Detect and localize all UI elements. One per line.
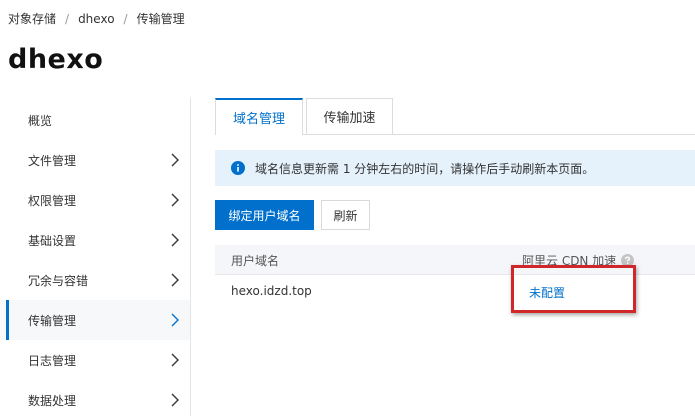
notice-text: 域名信息更新需 1 分钟左右的时间，请操作后手动刷新本页面。 (255, 161, 595, 176)
chevron-right-icon (171, 193, 179, 207)
domain-cell: hexo.idzd.top (231, 284, 312, 298)
sidebar-item-label: 权限管理 (28, 193, 77, 208)
sidebar-item-label: 数据处理 (28, 393, 77, 408)
bind-domain-button[interactable]: 绑定用户域名 (215, 200, 314, 230)
chevron-right-icon (171, 153, 179, 167)
sidebar-item-file-management[interactable]: 文件管理 (0, 140, 190, 180)
tab-transfer-acceleration[interactable]: 传输加速 (306, 98, 393, 134)
tab-domain-management[interactable]: 域名管理 (215, 98, 303, 135)
breadcrumb-item-current: 传输管理 (136, 12, 185, 26)
column-header-domain: 用户域名 (231, 254, 280, 268)
sidebar-item-transfer-management[interactable]: 传输管理 (0, 300, 190, 340)
sidebar-item-permission-management[interactable]: 权限管理 (0, 180, 190, 220)
breadcrumb-item-bucket[interactable]: dhexo (78, 12, 114, 26)
sidebar: 概览 文件管理 权限管理 基础设置 冗余与容错 传输管理 日志管理 数据处理 (0, 98, 191, 416)
breadcrumb: 对象存储 / dhexo / 传输管理 (8, 10, 185, 27)
sidebar-item-label: 冗余与容错 (28, 273, 89, 288)
active-indicator (6, 300, 9, 340)
highlight-box (511, 265, 636, 313)
info-notice: 域名信息更新需 1 分钟左右的时间，请操作后手动刷新本页面。 (215, 150, 695, 186)
sidebar-item-label: 日志管理 (28, 353, 77, 368)
chevron-right-icon (171, 273, 179, 287)
chevron-right-icon (171, 233, 179, 247)
page-title: dhexo (8, 44, 104, 75)
sidebar-item-overview[interactable]: 概览 (0, 100, 190, 140)
tab-bar: 域名管理 传输加速 (215, 98, 695, 135)
info-icon (231, 161, 245, 175)
breadcrumb-separator: / (123, 11, 128, 26)
chevron-right-icon (171, 353, 179, 367)
breadcrumb-separator: / (65, 11, 70, 26)
sidebar-item-basic-settings[interactable]: 基础设置 (0, 220, 190, 260)
chevron-right-icon (171, 393, 179, 407)
breadcrumb-item-oss[interactable]: 对象存储 (8, 10, 56, 27)
sidebar-item-label: 文件管理 (28, 153, 77, 168)
sidebar-item-label: 传输管理 (28, 313, 77, 328)
chevron-right-icon (171, 313, 179, 327)
sidebar-item-label: 概览 (28, 113, 53, 128)
sidebar-item-data-processing[interactable]: 数据处理 (0, 380, 190, 420)
sidebar-item-redundancy[interactable]: 冗余与容错 (0, 260, 190, 300)
sidebar-item-label: 基础设置 (28, 233, 77, 248)
refresh-button[interactable]: 刷新 (321, 200, 370, 230)
sidebar-item-log-management[interactable]: 日志管理 (0, 340, 190, 380)
